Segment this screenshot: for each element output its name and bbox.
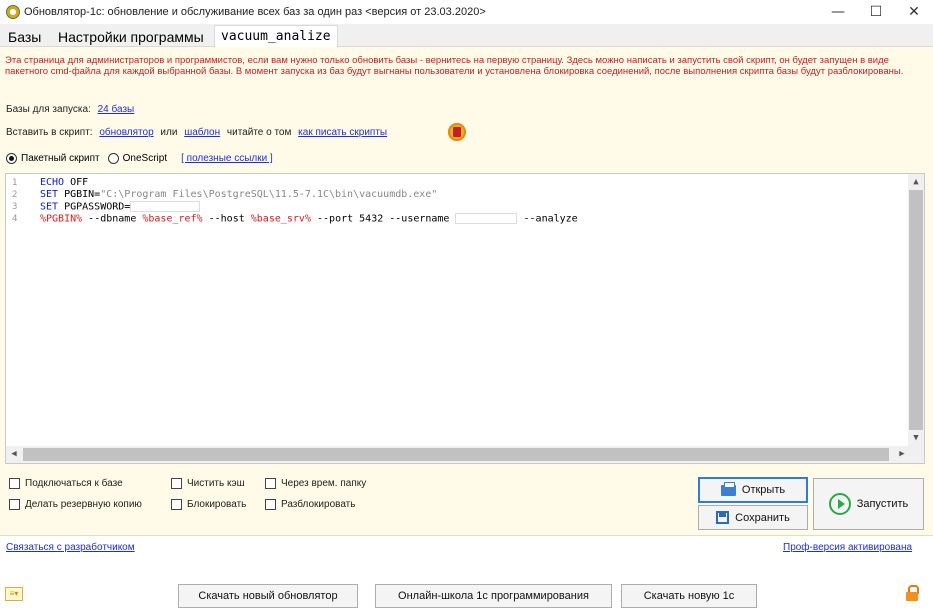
scroll-down-icon[interactable]: ▼	[908, 430, 924, 446]
onescript-radio-label: OneScript	[122, 153, 168, 164]
scroll-thumb[interactable]	[909, 190, 923, 430]
script-editor[interactable]: 1 2 3 4 ECHO OFF SET PGBIN="C:\Program F…	[5, 173, 925, 464]
open-folder-icon	[720, 481, 736, 496]
scroll-left-icon[interactable]: ◀	[6, 446, 22, 463]
backup-checkbox[interactable]: Делать резервную копию	[9, 499, 142, 510]
read-label: читайте о том	[226, 127, 292, 138]
code-variable: %base_srv%	[250, 213, 311, 225]
tab-vacuum-analize[interactable]: vacuum_analize	[214, 25, 338, 48]
insert-row: Вставить в скрипт: обновлятор или шаблон…	[6, 127, 387, 138]
code-line: SET PGPASSWORD=	[40, 201, 904, 213]
download-updater-button[interactable]: Скачать новый обновлятор	[178, 584, 358, 608]
redacted-username	[455, 213, 518, 224]
save-button[interactable]: Сохранить	[698, 505, 808, 530]
clear-cache-checkbox[interactable]: Чистить кэш	[171, 478, 245, 489]
play-icon	[828, 493, 851, 515]
scroll-thumb[interactable]	[23, 448, 889, 461]
save-disk-icon	[716, 511, 730, 524]
code-area[interactable]: ECHO OFF SET PGBIN="C:\Program Files\Pos…	[40, 177, 904, 225]
checkbox-box[interactable]	[9, 499, 20, 510]
code-variable: %base_ref%	[142, 213, 203, 225]
batch-radio[interactable]	[6, 153, 17, 164]
checkbox-box[interactable]	[171, 499, 182, 510]
online-school-button[interactable]: Онлайн-школа 1с программирования	[375, 584, 612, 608]
line-number: 1	[12, 178, 18, 188]
book-icon[interactable]	[448, 123, 466, 141]
line-numbers: 1 2 3 4	[6, 177, 28, 225]
template-link[interactable]: шаблон	[184, 127, 220, 138]
useful-links[interactable]: [ полезные ссылки ]	[181, 153, 273, 164]
tab-settings[interactable]: Настройки программы	[52, 27, 210, 47]
minimize-button[interactable]: —	[819, 0, 857, 24]
unblock-checkbox[interactable]: Разблокировать	[265, 499, 355, 510]
checkbox-box[interactable]	[171, 478, 182, 489]
bases-label: Базы для запуска:	[6, 104, 91, 115]
checkbox-label: Блокировать	[187, 499, 247, 510]
code-text: --port 5432 --username	[310, 213, 456, 225]
code-line: SET PGBIN="C:\Program Files\PostgreSQL\1…	[40, 189, 904, 201]
checkbox-label: Делать резервную копию	[25, 499, 142, 510]
horizontal-scrollbar[interactable]: ◀ ▶	[6, 446, 924, 463]
keyword: ECHO	[40, 177, 65, 188]
checkbox-box[interactable]	[9, 478, 20, 489]
code-line: %PGBIN% --dbname %base_ref% --host %base…	[40, 213, 904, 225]
download-1c-button[interactable]: Скачать новую 1с	[621, 584, 757, 608]
code-line: ECHO OFF	[40, 177, 904, 189]
code-text: --dbname	[82, 213, 143, 225]
how-to-script-link[interactable]: как писать скрипты	[298, 127, 387, 138]
code-text: --host	[202, 213, 251, 225]
checkbox-label: Чистить кэш	[187, 478, 245, 489]
updater-link[interactable]: обновлятор	[99, 127, 153, 138]
code-text: OFF	[64, 177, 89, 188]
checkbox-label: Подключаться к базе	[25, 478, 123, 489]
app-icon	[6, 5, 20, 19]
title-bar: Обновлятор-1с: обновление и обслуживание…	[0, 0, 933, 24]
window-controls: — ☐ ✕	[819, 0, 933, 24]
unlock-icon[interactable]	[905, 585, 919, 601]
code-text: --analyze	[517, 213, 578, 225]
info-text: Эта страница для администраторов и прогр…	[5, 55, 904, 77]
checkbox-label: Разблокировать	[281, 499, 356, 510]
save-button-label: Сохранить	[735, 511, 790, 524]
scroll-up-icon[interactable]: ▲	[908, 174, 924, 190]
line-number: 3	[12, 202, 18, 212]
batch-radio-label: Пакетный скрипт	[21, 153, 100, 164]
close-button[interactable]: ✕	[895, 0, 933, 24]
checkbox-box[interactable]	[265, 499, 276, 510]
maximize-button[interactable]: ☐	[857, 0, 895, 24]
keyword: SET	[40, 189, 59, 200]
script-type-row: Пакетный скрипт OneScript [ полезные ссы…	[6, 153, 273, 164]
temp-folder-checkbox[interactable]: Через врем. папку	[265, 478, 366, 489]
onescript-radio[interactable]	[107, 153, 119, 164]
run-button-label: Запустить	[856, 498, 909, 510]
bases-row: Базы для запуска: 24 базы	[6, 104, 134, 115]
pro-version-link[interactable]: Проф-версия активирована	[783, 542, 912, 553]
redacted-password	[130, 201, 201, 212]
or-label: или	[160, 127, 178, 138]
vertical-scrollbar[interactable]: ▲ ▼	[908, 174, 924, 446]
insert-label: Вставить в скрипт:	[6, 127, 93, 138]
tab-bases[interactable]: Базы	[2, 27, 47, 47]
checkbox-label: Через врем. папку	[281, 478, 367, 489]
bases-count-link[interactable]: 24 базы	[98, 104, 135, 115]
line-number: 2	[12, 190, 18, 200]
run-button[interactable]: Запустить	[813, 478, 924, 530]
keyword: SET	[40, 201, 59, 213]
scroll-right-icon[interactable]: ▶	[894, 446, 910, 463]
checkbox-box[interactable]	[265, 478, 276, 489]
open-button[interactable]: Открыть	[698, 477, 808, 503]
connect-checkbox[interactable]: Подключаться к базе	[9, 478, 123, 489]
code-variable: %PGBIN%	[40, 213, 83, 225]
code-string: "C:\Program Files\PostgreSQL\11.5-7.1C\b…	[100, 189, 438, 200]
code-text: PGPASSWORD=	[58, 201, 131, 213]
window-title: Обновлятор-1с: обновление и обслуживание…	[24, 6, 486, 18]
line-number: 4	[12, 214, 18, 224]
contact-developer-link[interactable]: Связаться с разработчиком	[6, 542, 135, 553]
block-checkbox[interactable]: Блокировать	[171, 499, 246, 510]
tab-bar: Базы Настройки программы vacuum_analize	[0, 24, 933, 48]
menu-icon[interactable]: ≡▾	[5, 587, 23, 601]
code-text: PGBIN=	[58, 189, 101, 200]
open-button-label: Открыть	[741, 484, 786, 496]
